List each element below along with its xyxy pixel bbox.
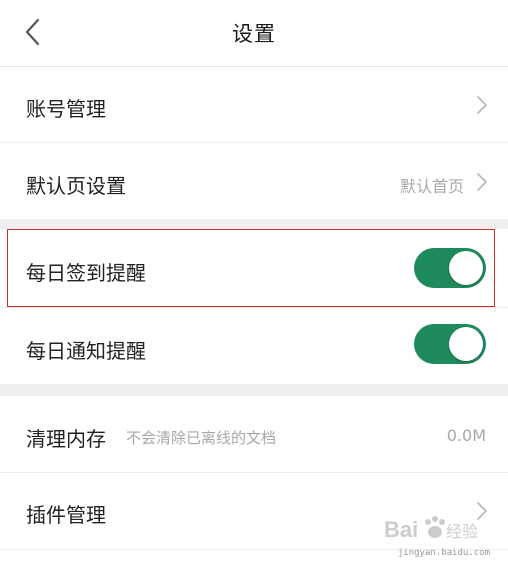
daily-signin-reminder-label: 每日签到提醒 (26, 261, 146, 285)
plugin-management-label: 插件管理 (26, 503, 106, 527)
account-management-label: 账号管理 (26, 97, 106, 121)
paw-logo-icon: Bai 经验 (384, 516, 478, 542)
clear-cache-row[interactable]: 清理内存 不会清除已离线的文档 0.0M (0, 396, 508, 472)
chevron-right-icon (477, 96, 487, 114)
daily-signin-reminder-row: 每日签到提醒 (0, 229, 508, 307)
baidu-jingyan-watermark: Bai 经验 (384, 513, 484, 549)
daily-notification-reminder-label: 每日通知提醒 (26, 339, 146, 363)
svg-text:Bai: Bai (384, 517, 418, 542)
daily-notification-reminder-toggle[interactable] (414, 324, 486, 364)
toggle-knob (449, 327, 483, 361)
default-page-setting-label: 默认页设置 (26, 174, 126, 198)
cache-size-value: 0.0M (446, 426, 486, 445)
default-page-value: 默认首页 (399, 177, 464, 196)
default-page-setting-row[interactable]: 默认页设置 默认首页 (0, 143, 508, 219)
section-separator (0, 384, 508, 396)
header-bar: 设置 (0, 0, 508, 67)
toggle-knob (449, 251, 483, 285)
clear-cache-label: 清理内存 (26, 427, 106, 451)
svg-text:经验: 经验 (446, 522, 478, 541)
clear-cache-hint: 不会清除已离线的文档 (126, 429, 277, 447)
page-title: 设置 (232, 22, 276, 46)
daily-signin-reminder-toggle[interactable] (414, 248, 486, 288)
daily-notification-reminder-row: 每日通知提醒 (0, 308, 508, 384)
account-management-row[interactable]: 账号管理 (0, 67, 508, 142)
watermark-url: jingyan.baidu.com (397, 548, 490, 558)
section-separator (0, 219, 508, 229)
chevron-right-icon (477, 173, 487, 191)
